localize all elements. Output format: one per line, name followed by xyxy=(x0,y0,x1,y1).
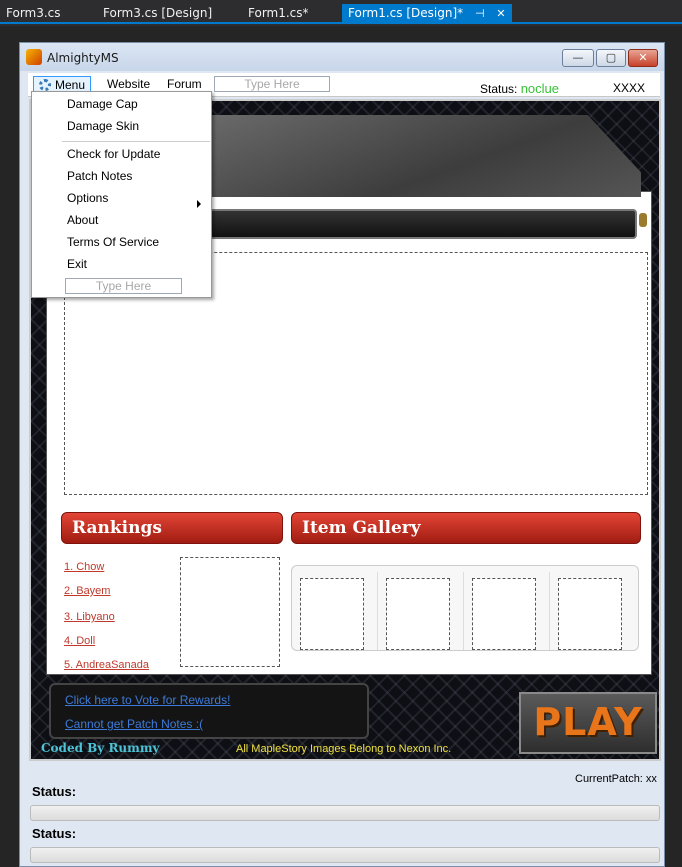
submenu-arrow-icon xyxy=(197,200,201,208)
play-label: PLAY xyxy=(533,700,643,744)
gallery-image xyxy=(558,578,622,650)
rankings-header: Rankings xyxy=(61,512,283,544)
banner-image xyxy=(197,115,641,197)
gallery-image xyxy=(300,578,364,650)
menu-item-terms[interactable]: Terms Of Service xyxy=(67,235,159,249)
status-label-2: Status: xyxy=(32,826,77,841)
status-indicator: Status: noclue xyxy=(480,81,559,96)
tab-form1-cs[interactable]: Form1.cs* xyxy=(242,4,315,24)
menu-item-damage-cap[interactable]: Damage Cap xyxy=(67,97,138,111)
progress-bar-2 xyxy=(30,847,660,863)
status-label: Status: xyxy=(480,82,518,96)
minimize-button[interactable]: — xyxy=(562,49,594,67)
menu-separator xyxy=(62,141,210,142)
gallery-header: Item Gallery xyxy=(291,512,641,544)
menu-item-options[interactable]: Options xyxy=(67,191,108,205)
document-tab-bar: Form3.cs Form3.cs [Design] Form1.cs* For… xyxy=(0,0,682,24)
ranking-entry-2[interactable]: 2. Bayem xyxy=(64,585,110,597)
tab-form3-design[interactable]: Form3.cs [Design] xyxy=(97,4,218,24)
play-button[interactable]: PLAY xyxy=(519,692,657,754)
ornament-bar xyxy=(209,209,637,239)
ranking-entry-5[interactable]: 5. AndreaSanada xyxy=(64,659,149,671)
status-label-1: Status: xyxy=(32,784,77,799)
vote-link[interactable]: Click here to Vote for Rewards! xyxy=(65,693,230,707)
current-patch: CurrentPatch: xx xyxy=(575,773,657,785)
tab-label: Form3.cs xyxy=(6,6,61,20)
ranking-entry-4[interactable]: 4. Doll xyxy=(64,635,95,647)
close-icon[interactable]: ✕ xyxy=(496,7,505,20)
ranking-entry-3[interactable]: 3. Libyano xyxy=(64,611,115,623)
tab-label: Form1.cs* xyxy=(248,6,309,20)
menu-item-exit[interactable]: Exit xyxy=(67,257,87,271)
progress-bar-1 xyxy=(30,805,660,821)
tab-form1-design[interactable]: Form1.cs [Design]* ⊣ ✕ xyxy=(342,4,512,24)
maximize-button[interactable]: ▢ xyxy=(596,49,626,67)
menu-item-about[interactable]: About xyxy=(67,213,98,227)
menu-item-check-update[interactable]: Check for Update xyxy=(67,147,160,161)
close-window-button[interactable]: ✕ xyxy=(628,49,658,67)
ranking-entry-1[interactable]: 1. Chow xyxy=(64,561,104,573)
menu-type-here[interactable]: Type Here xyxy=(214,76,330,92)
links-box: Click here to Vote for Rewards! Cannot g… xyxy=(49,683,369,739)
app-icon xyxy=(26,49,42,65)
credit-text: Coded By Rummy xyxy=(41,741,160,755)
gallery-image xyxy=(386,578,450,650)
gallery-image xyxy=(472,578,536,650)
item-gallery xyxy=(291,565,639,651)
menu-item-damage-skin[interactable]: Damage Skin xyxy=(67,119,139,133)
menu-label: Menu xyxy=(55,78,86,92)
window-title: AlmightyMS xyxy=(47,51,119,65)
gear-icon xyxy=(39,79,51,91)
menu-dropdown: Damage Cap Damage Skin Check for Update … xyxy=(31,91,212,298)
status-value: noclue xyxy=(520,81,560,96)
menu-item-patch-notes[interactable]: Patch Notes xyxy=(67,169,132,183)
dropdown-type-here[interactable]: Type Here xyxy=(65,278,182,294)
gallery-slot[interactable] xyxy=(378,572,464,650)
title-bar: AlmightyMS — ▢ ✕ xyxy=(20,43,664,71)
copyright-notice: All MapleStory Images Belong to Nexon In… xyxy=(236,743,452,755)
tab-label: Form3.cs [Design] xyxy=(103,6,213,20)
gallery-slot[interactable] xyxy=(292,572,378,650)
ranking-picture xyxy=(180,557,280,667)
tab-form3-cs[interactable]: Form3.cs xyxy=(0,4,67,24)
gallery-slot[interactable] xyxy=(464,572,550,650)
patch-notes-link[interactable]: Cannot get Patch Notes :( xyxy=(65,717,203,731)
gallery-slot[interactable] xyxy=(550,572,636,650)
ornament-pin xyxy=(639,213,647,227)
pin-icon[interactable]: ⊣ xyxy=(475,7,485,20)
tab-label: Form1.cs [Design]* xyxy=(348,6,464,20)
user-placeholder: XXXX xyxy=(613,81,646,95)
